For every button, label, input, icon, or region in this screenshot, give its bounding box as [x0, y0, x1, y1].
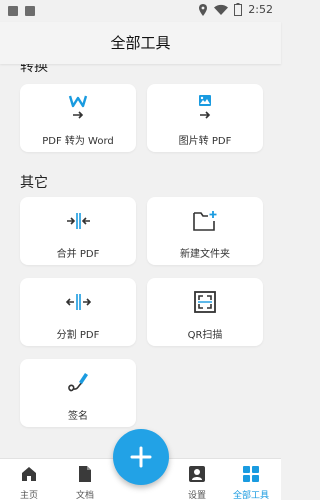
location-icon	[199, 3, 208, 16]
battery-icon	[234, 3, 243, 16]
tile-label: 图片转 PDF	[178, 136, 232, 147]
section-title-convert: 转换	[20, 64, 48, 75]
nav-item-all-tools[interactable]: 全部工具	[226, 459, 276, 500]
tile-new-folder[interactable]: 新建文件夹	[147, 197, 263, 265]
section-title-other: 其它	[20, 175, 48, 191]
tile-merge-pdf[interactable]: 合并 PDF	[20, 197, 136, 265]
nav-label: 全部工具	[232, 491, 269, 500]
settings-icon	[189, 466, 205, 482]
nav-label: 设置	[187, 491, 206, 500]
tile-image-to-pdf[interactable]: 图片转 PDF	[147, 84, 263, 152]
add-button[interactable]	[113, 429, 169, 485]
nav-item-home[interactable]: 主页	[4, 459, 54, 500]
status-time: 2:52	[248, 3, 273, 16]
home-icon	[22, 467, 36, 481]
tile-qr-scan[interactable]: QR扫描	[147, 278, 263, 346]
nav-item-documents[interactable]: 文档	[60, 459, 110, 500]
status-bar: 2:52	[0, 0, 281, 22]
wifi-icon	[214, 4, 229, 15]
new-folder-icon	[193, 211, 217, 231]
image-convert-icon	[199, 95, 211, 119]
tile-label: 合并 PDF	[56, 249, 100, 260]
tile-signature[interactable]: 签名	[20, 359, 136, 427]
tools-list[interactable]: 转换 PDF 转为 Word 图片转 PDF 其它 合并 PDF 新建文件夹 分…	[0, 64, 281, 458]
tile-label: QR扫描	[187, 330, 223, 341]
nav-label: 文档	[75, 491, 94, 500]
signature-icon	[68, 373, 88, 392]
qr-scan-icon	[194, 291, 216, 313]
tile-label: PDF 转为 Word	[42, 136, 114, 147]
tile-label: 新建文件夹	[180, 249, 230, 260]
tile-split-pdf[interactable]: 分割 PDF	[20, 278, 136, 346]
split-icon	[65, 294, 91, 310]
tile-pdf-to-word[interactable]: PDF 转为 Word	[20, 84, 136, 152]
tile-label: 分割 PDF	[56, 330, 100, 341]
word-convert-icon	[68, 95, 88, 119]
notification-icon	[25, 6, 35, 16]
nav-label: 主页	[19, 491, 38, 500]
page-title: 全部工具	[0, 22, 281, 64]
nav-item-settings[interactable]: 设置	[172, 459, 222, 500]
merge-icon	[67, 213, 90, 229]
grid-icon	[243, 466, 259, 482]
notification-icon	[8, 6, 18, 16]
document-icon	[79, 466, 91, 482]
tile-label: 签名	[68, 411, 88, 422]
plus-icon	[130, 446, 152, 468]
